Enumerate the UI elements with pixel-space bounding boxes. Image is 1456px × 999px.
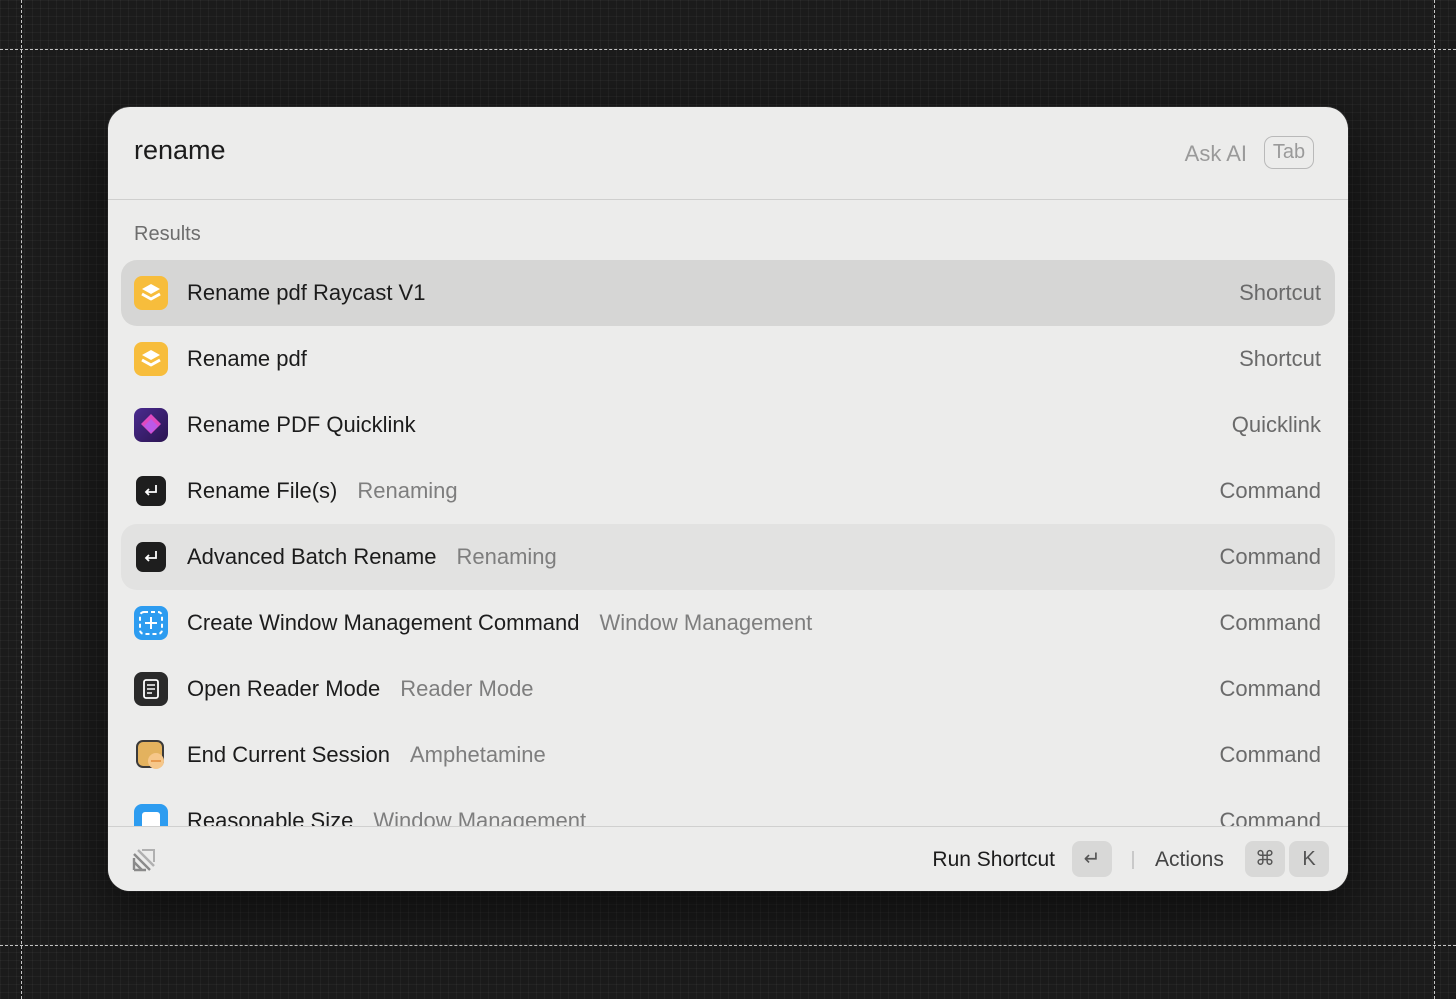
result-title: Advanced Batch Rename	[187, 544, 437, 569]
result-type: Command	[1219, 478, 1321, 503]
command-key-hint: ⌘	[1245, 841, 1285, 877]
results-section-label: Results	[134, 223, 201, 245]
launcher-window: rename Ask AI Tab Results Rename pdf Ray…	[108, 107, 1348, 891]
result-row[interactable]: Rename pdf Raycast V1 Shortcut	[121, 260, 1335, 326]
result-subtitle: Window Management	[373, 808, 587, 826]
result-title: Reasonable Size	[187, 808, 354, 826]
result-subtitle: Renaming	[357, 478, 458, 503]
result-title: End Current Session	[187, 742, 390, 767]
guide-line-top	[0, 49, 1456, 50]
shortcuts-app-icon	[134, 342, 168, 376]
result-row[interactable]: Advanced Batch Rename Renaming Command	[121, 524, 1335, 590]
result-row[interactable]: Rename PDF Quicklink Quicklink	[121, 392, 1335, 458]
search-input[interactable]: rename	[134, 135, 226, 166]
result-type: Command	[1219, 676, 1321, 701]
ask-ai-button[interactable]: Ask AI	[1185, 141, 1247, 167]
return-command-icon	[134, 540, 168, 574]
quicklink-icon	[134, 408, 168, 442]
run-shortcut-button[interactable]: Run Shortcut	[932, 848, 1055, 872]
result-title: Rename File(s)	[187, 478, 338, 503]
result-type: Command	[1219, 808, 1321, 826]
raycast-logo-icon[interactable]	[128, 844, 160, 876]
return-key-hint: ↵	[1072, 841, 1112, 877]
result-subtitle: Reader Mode	[400, 676, 534, 701]
result-type: Quicklink	[1231, 412, 1321, 437]
actions-button[interactable]: Actions	[1155, 848, 1224, 872]
window-add-icon	[134, 606, 168, 640]
return-command-icon	[134, 474, 168, 508]
action-bar: Run Shortcut ↵ Actions ⌘ K	[108, 826, 1348, 891]
result-title: Rename pdf Raycast V1	[187, 280, 426, 305]
shortcuts-app-icon	[134, 276, 168, 310]
result-type: Command	[1219, 742, 1321, 767]
result-type: Command	[1219, 544, 1321, 569]
result-subtitle: Window Management	[599, 610, 813, 635]
result-row[interactable]: Open Reader Mode Reader Mode Command	[121, 656, 1335, 722]
amphetamine-icon	[134, 738, 168, 772]
window-size-icon	[134, 804, 168, 826]
result-row[interactable]: Create Window Management Command Window M…	[121, 590, 1335, 656]
result-title: Rename pdf	[187, 346, 307, 371]
result-subtitle: Renaming	[456, 544, 557, 569]
result-type: Shortcut	[1239, 280, 1321, 305]
tab-key-hint: Tab	[1264, 136, 1314, 169]
footer-divider	[1132, 851, 1134, 869]
result-row[interactable]: Rename pdf Shortcut	[121, 326, 1335, 392]
result-title: Open Reader Mode	[187, 676, 381, 701]
guide-line-right	[1434, 0, 1435, 999]
guide-line-bottom	[0, 945, 1456, 946]
guide-line-left	[21, 0, 22, 999]
result-row[interactable]: Rename File(s) Renaming Command	[121, 458, 1335, 524]
result-title: Create Window Management Command	[187, 610, 580, 635]
result-type: Command	[1219, 610, 1321, 635]
result-title: Rename PDF Quicklink	[187, 412, 416, 437]
result-type: Shortcut	[1239, 346, 1321, 371]
search-bar: rename Ask AI Tab	[108, 107, 1348, 200]
result-row[interactable]: End Current Session Amphetamine Command	[121, 722, 1335, 788]
results-list: rename Ask AI Tab Results Rename pdf Ray…	[108, 107, 1348, 826]
result-row[interactable]: Reasonable Size Window Management Command	[121, 788, 1335, 826]
result-subtitle: Amphetamine	[410, 742, 546, 767]
reader-mode-icon	[134, 672, 168, 706]
k-key-hint: K	[1289, 841, 1329, 877]
